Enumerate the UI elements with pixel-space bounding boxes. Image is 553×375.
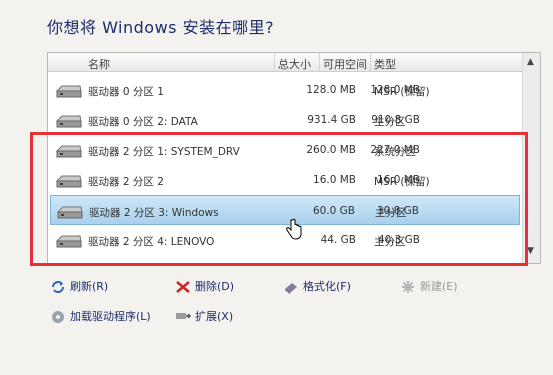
disk-icon: [55, 113, 82, 129]
partition-total-size: 931.4 GB: [307, 114, 356, 126]
disk-icon: [55, 83, 82, 99]
new-icon: [400, 280, 416, 294]
load-driver-icon: [50, 310, 66, 324]
column-name[interactable]: 名称: [88, 56, 110, 72]
column-type[interactable]: 类型: [374, 56, 396, 72]
refresh-button[interactable]: 刷新(R): [50, 278, 108, 294]
partition-name: 驱动器 0 分区 2: DATA: [88, 116, 198, 128]
scroll-down-icon[interactable]: ▼: [527, 246, 534, 256]
extend-icon: [175, 310, 192, 324]
page-title: 你想将 Windows 安装在哪里?: [47, 18, 275, 37]
partition-type: 主分区: [374, 116, 406, 128]
column-free[interactable]: 可用空间: [323, 56, 367, 72]
partition-total-size: 128.0 MB: [306, 84, 356, 96]
highlight-box: [30, 132, 528, 266]
new-button[interactable]: 新建(E): [400, 278, 458, 294]
delete-icon: [175, 280, 191, 294]
format-icon: [283, 280, 299, 294]
partition-type: MSR (保留): [374, 86, 430, 98]
column-total[interactable]: 总大小: [278, 56, 311, 72]
list-header: 名称 总大小 可用空间 类型: [48, 53, 522, 72]
partition-row[interactable]: 驱动器 0 分区 2: DATA 931.4 GB 910.8 GB 主分区: [50, 105, 520, 135]
hand-cursor-icon: [286, 218, 302, 240]
extend-button[interactable]: 扩展(X): [175, 308, 233, 324]
format-button[interactable]: 格式化(F): [283, 278, 351, 294]
partition-row[interactable]: 驱动器 0 分区 1 128.0 MB 128.0 MB MSR (保留): [50, 75, 520, 105]
scroll-up-icon[interactable]: ▲: [527, 57, 534, 67]
load-driver-button[interactable]: 加载驱动程序(L): [50, 308, 151, 324]
partition-name: 驱动器 0 分区 1: [88, 86, 164, 98]
delete-button[interactable]: 删除(D): [175, 278, 234, 294]
refresh-icon: [50, 280, 66, 294]
